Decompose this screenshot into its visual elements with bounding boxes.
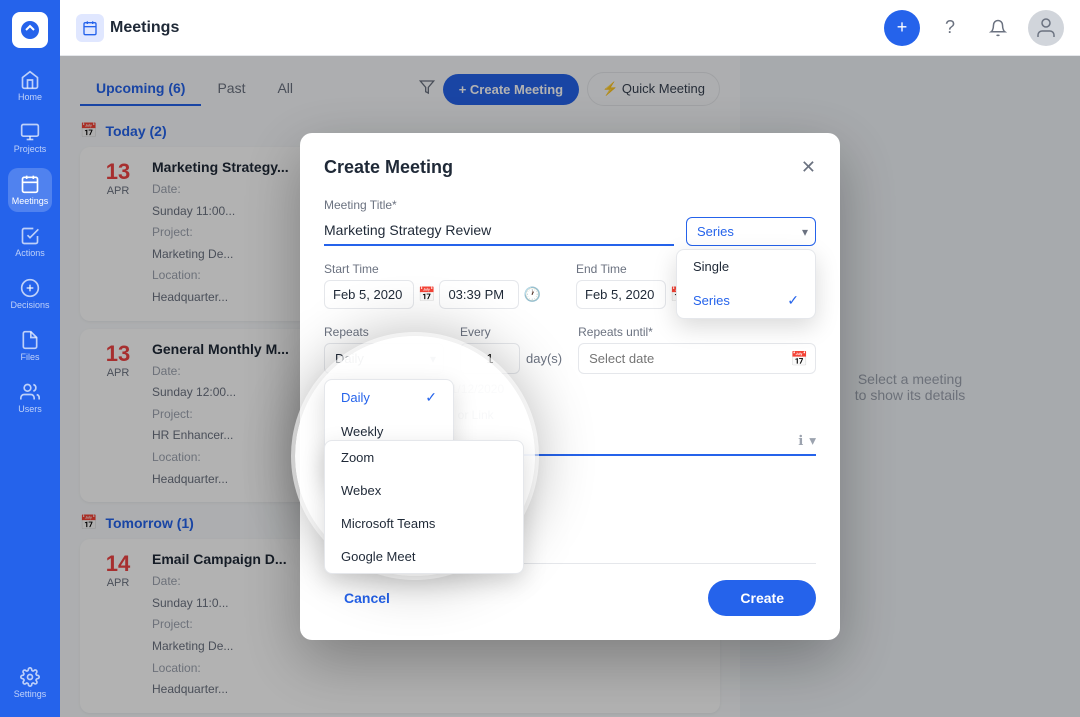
start-time-label: Start Time — [324, 262, 564, 276]
daily-check-icon: ✓ — [425, 389, 437, 406]
start-time-clock-icon[interactable]: 🕐 — [523, 286, 540, 303]
modal-overlay: Create Meeting ✕ Meeting Title* Series S… — [60, 56, 1080, 717]
sidebar-item-files-label: Files — [20, 352, 39, 362]
sidebar-item-settings-label: Settings — [14, 689, 47, 699]
cancel-button[interactable]: Cancel — [324, 580, 410, 616]
add-button[interactable]: + — [884, 10, 920, 46]
repeats-select[interactable]: Daily Weekly Monthly — [324, 343, 444, 374]
start-date-input[interactable] — [324, 280, 414, 309]
sidebar-item-projects-label: Projects — [14, 144, 47, 154]
repeats-select-wrapper: Daily Weekly Monthly ▾ Daily ✓ — [324, 343, 444, 374]
repeats-label: Repeats — [324, 325, 444, 339]
meeting-title-label: Meeting Title* — [324, 198, 674, 212]
video-info-button[interactable]: ℹ — [798, 433, 803, 449]
sidebar-item-meetings[interactable]: Meetings — [8, 168, 52, 212]
video-toggle-button[interactable]: ▾ — [809, 433, 816, 449]
main-area: Meetings + ? Upcoming ( — [60, 0, 1080, 717]
days-label: day(s) — [526, 351, 562, 366]
repeats-until-calendar-icon: 📅 — [791, 350, 808, 367]
every-inputs: day(s) — [460, 343, 562, 374]
video-input-actions: ℹ ▾ — [798, 433, 816, 449]
meeting-title-group: Meeting Title* — [324, 198, 674, 246]
sidebar: Home Projects Meetings Actions Decisions — [0, 0, 60, 717]
sidebar-item-meetings-label: Meetings — [12, 196, 49, 206]
every-label: Every — [460, 325, 562, 339]
repeats-group: Repeats Daily Weekly Monthly ▾ — [324, 325, 444, 374]
meetings-icon — [76, 14, 104, 42]
sidebar-item-files[interactable]: Files — [8, 324, 52, 368]
modal-header: Create Meeting ✕ — [324, 157, 816, 178]
meeting-type-wrapper: Series Single ▾ Single Series ✓ — [686, 217, 816, 246]
sidebar-item-actions[interactable]: Actions — [8, 220, 52, 264]
sidebar-item-users-label: Users — [18, 404, 42, 414]
dropdown-item-zoom[interactable]: Zoom — [325, 441, 523, 474]
modal-close-button[interactable]: ✕ — [801, 157, 816, 178]
sidebar-item-settings[interactable]: Settings — [8, 661, 52, 705]
dropdown-item-daily[interactable]: Daily ✓ — [325, 380, 453, 415]
dropdown-item-webex[interactable]: Webex — [325, 474, 523, 507]
modal-footer: Cancel Create — [324, 580, 816, 616]
content-area: Upcoming (6) Past All + Create Meeting ⚡… — [60, 56, 1080, 717]
start-date-calendar-icon[interactable]: 📅 — [418, 286, 435, 303]
dropdown-item-series[interactable]: Series ✓ — [677, 283, 815, 318]
video-dropdown: Zoom Webex Microsoft Teams Google Meet — [324, 440, 524, 574]
meeting-type-select[interactable]: Series Single — [686, 217, 816, 246]
sidebar-item-home-label: Home — [18, 92, 42, 102]
meeting-title-input[interactable] — [324, 216, 674, 246]
start-time-group: Start Time 📅 🕐 — [324, 262, 564, 309]
sidebar-item-home[interactable]: Home — [8, 64, 52, 108]
end-date-input[interactable] — [576, 280, 666, 309]
repeats-until-label: Repeats until* — [578, 325, 816, 339]
notification-button[interactable] — [980, 10, 1016, 46]
page-title: Meetings — [110, 19, 179, 37]
dropdown-item-gmeet[interactable]: Google Meet — [325, 540, 523, 573]
repeats-section: Repeats Daily Weekly Monthly ▾ — [324, 325, 816, 374]
every-value-input[interactable] — [460, 343, 520, 374]
breadcrumb: Meetings — [76, 14, 876, 42]
dropdown-item-single[interactable]: Single — [677, 250, 815, 283]
check-icon: ✓ — [787, 292, 799, 309]
topbar-actions: + ? — [884, 10, 1064, 46]
sidebar-item-users[interactable]: Users — [8, 376, 52, 420]
app-logo — [12, 12, 48, 48]
topbar: Meetings + ? — [60, 0, 1080, 56]
sidebar-item-projects[interactable]: Projects — [8, 116, 52, 160]
sidebar-item-decisions[interactable]: Decisions — [8, 272, 52, 316]
every-group: Every day(s) — [460, 325, 562, 374]
create-button[interactable]: Create — [708, 580, 816, 616]
start-time-input[interactable] — [439, 280, 519, 309]
create-meeting-modal: Create Meeting ✕ Meeting Title* Series S… — [300, 133, 840, 640]
repeats-until-input[interactable] — [578, 343, 816, 374]
modal-title: Create Meeting — [324, 157, 453, 178]
sidebar-item-decisions-label: Decisions — [10, 300, 49, 310]
repeats-until-wrapper: 📅 — [578, 343, 816, 374]
dropdown-item-teams[interactable]: Microsoft Teams — [325, 507, 523, 540]
avatar[interactable] — [1028, 10, 1064, 46]
series-dropdown: Single Series ✓ — [676, 249, 816, 319]
start-time-inputs: 📅 🕐 — [324, 280, 564, 309]
title-type-row: Meeting Title* Series Single ▾ Single — [324, 198, 816, 246]
sidebar-item-actions-label: Actions — [15, 248, 45, 258]
repeats-until-group: Repeats until* 📅 — [578, 325, 816, 374]
help-button[interactable]: ? — [932, 10, 968, 46]
